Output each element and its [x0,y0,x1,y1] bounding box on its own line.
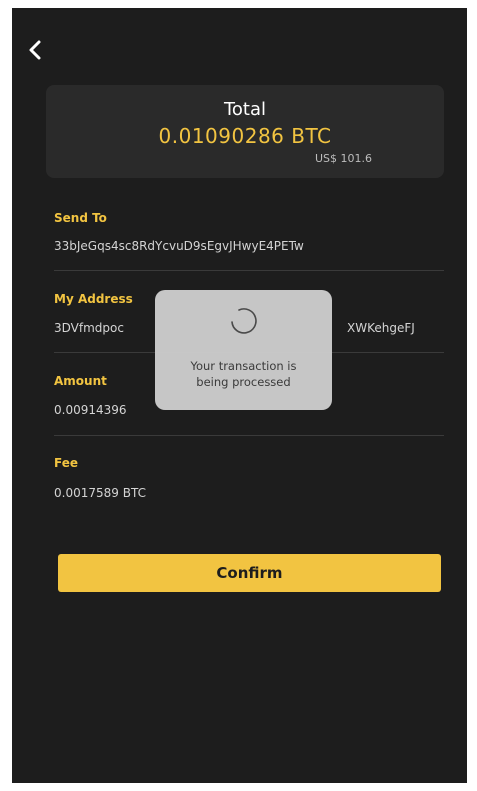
fee-label: Fee [54,456,78,470]
chevron-left-icon [29,40,41,60]
my-address-start: 3DVfmdpoc [54,321,124,335]
toast-message-line: being processed [196,375,291,389]
total-title: Total [223,99,267,120]
fee-value: 0.0017589 BTC [54,486,146,500]
toast-message-line: Your transaction is [190,359,297,373]
my-address-end: XWKehgeFJ [347,321,415,335]
spinner-icon [231,308,257,334]
transaction-confirm-screen: Total 0.01090286 BTC US$ 101.6 Send To 3… [12,8,467,783]
send-to-address: 33bJeGqs4sc8RdYcvuD9sEgvJHwyE4PETw [54,239,304,253]
my-address-label: My Address [54,292,133,306]
amount-label: Amount [54,374,107,388]
back-button[interactable] [22,36,50,64]
toast-message: Your transaction is being processed [155,358,332,390]
send-to-label: Send To [54,211,107,225]
total-fiat-value: US$ 101.6 [314,152,372,165]
total-amount: 0.01090286 BTC [158,124,332,148]
total-summary-card: Total 0.01090286 BTC US$ 101.6 [46,85,444,178]
divider [54,270,444,271]
divider [54,435,444,436]
amount-value: 0.00914396 [54,403,127,417]
processing-toast: Your transaction is being processed [155,290,332,410]
confirm-button[interactable]: Confirm [58,554,441,592]
